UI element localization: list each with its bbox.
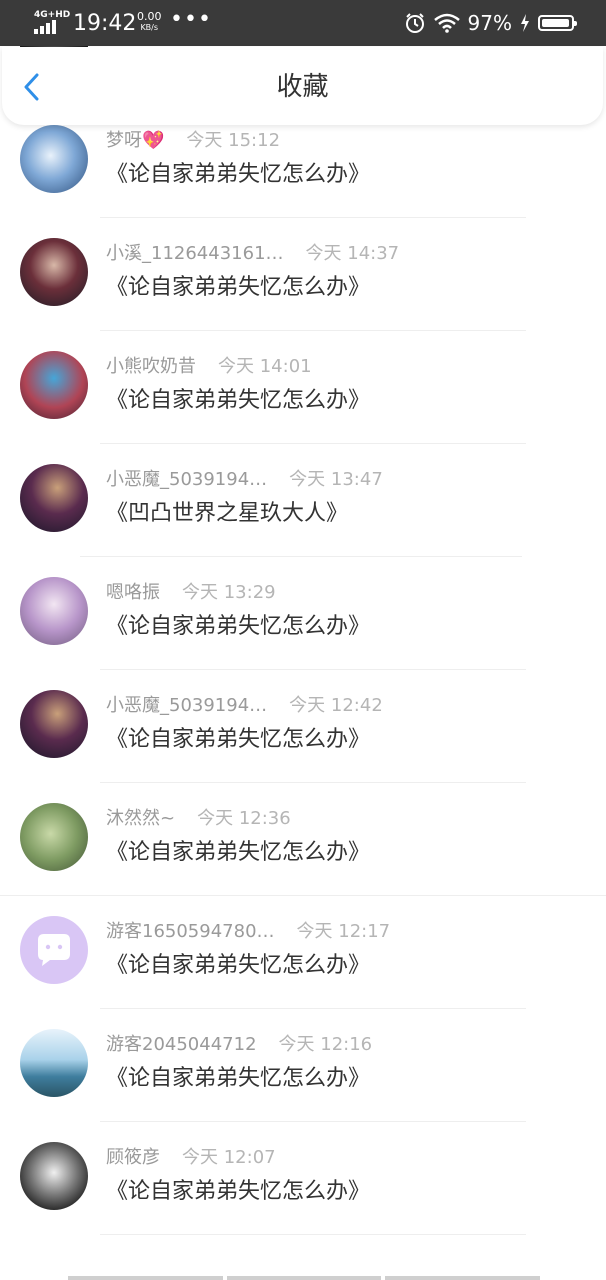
- story-title[interactable]: 《凹凸世界之星玖大人》: [106, 499, 348, 529]
- item-meta: 小恶魔_5039194… 今天 13:47: [106, 468, 383, 492]
- item-meta: 游客1650594780… 今天 12:17: [106, 920, 390, 944]
- network-speed: 0.00 KB/s: [137, 11, 162, 33]
- item-timestamp: 今天 14:01: [218, 356, 312, 377]
- item-meta: 梦呀💖 今天 15:12: [106, 129, 280, 153]
- favorite-item[interactable]: 小溪_1126443161… 今天 14:37 《论自家弟弟失忆怎么办》: [0, 218, 606, 331]
- item-meta: 小恶魔_5039194… 今天 12:42: [106, 694, 383, 718]
- signal-icon: [34, 20, 56, 34]
- avatar[interactable]: [20, 464, 88, 532]
- story-title[interactable]: 《论自家弟弟失忆怎么办》: [106, 273, 370, 303]
- battery-icon: [538, 15, 577, 31]
- favorite-item[interactable]: 顾筱彦 今天 12:07 《论自家弟弟失忆怎么办》: [0, 1122, 606, 1235]
- story-title[interactable]: 《论自家弟弟失忆怎么办》: [106, 725, 370, 755]
- avatar[interactable]: [20, 351, 88, 419]
- favorite-item[interactable]: 小熊吹奶昔 今天 14:01 《论自家弟弟失忆怎么办》: [0, 331, 606, 444]
- favorites-list: 《论自家弟弟失忆怎么办》梦呀💖今天 15:12《论自家弟弟失忆怎么办》小溪_11…: [0, 46, 606, 1235]
- item-meta: 嗯咯振 今天 13:29: [106, 581, 276, 605]
- story-title[interactable]: 《论自家弟弟失忆怎么办》: [106, 160, 370, 190]
- avatar[interactable]: [20, 690, 88, 758]
- author-name[interactable]: 游客2045044712: [106, 1033, 257, 1057]
- item-meta: 沐然然~ 今天 12:36: [106, 807, 291, 831]
- item-meta: 游客2045044712 今天 12:16: [106, 1033, 372, 1057]
- network-type: 4G+HD: [34, 10, 71, 20]
- status-right-group: 97%: [404, 10, 577, 36]
- author-name[interactable]: 顾筱彦: [106, 1146, 160, 1170]
- header: 收藏: [2, 47, 603, 125]
- favorite-item[interactable]: 小恶魔_5039194… 今天 13:47 《凹凸世界之星玖大人》: [0, 444, 606, 557]
- favorites-list-viewport[interactable]: 《论自家弟弟失忆怎么办》梦呀💖今天 15:12《论自家弟弟失忆怎么办》小溪_11…: [0, 46, 606, 1280]
- status-bar: 4G+HD 19:42 0.00 KB/s ••• 97%: [0, 0, 606, 46]
- favorite-item[interactable]: 游客1650594780… 今天 12:17 《论自家弟弟失忆怎么办》: [0, 896, 606, 1009]
- indicator-segment: [68, 1276, 223, 1280]
- favorite-item[interactable]: 游客2045044712 今天 12:16 《论自家弟弟失忆怎么办》: [0, 1009, 606, 1122]
- author-name[interactable]: 小熊吹奶昔: [106, 355, 196, 379]
- divider: [100, 1234, 526, 1235]
- item-meta: 顾筱彦 今天 12:07: [106, 1146, 276, 1170]
- avatar[interactable]: [20, 238, 88, 306]
- avatar[interactable]: [20, 916, 88, 984]
- item-timestamp: 今天 13:29: [182, 582, 276, 603]
- avatar[interactable]: [20, 803, 88, 871]
- avatar[interactable]: [20, 1029, 88, 1097]
- story-title[interactable]: 《论自家弟弟失忆怎么办》: [106, 386, 370, 416]
- network-speed-unit: KB/s: [140, 23, 159, 32]
- battery-level-fill: [542, 19, 570, 27]
- author-name[interactable]: 嗯咯振: [106, 581, 160, 605]
- charging-icon: [521, 14, 529, 32]
- network-speed-value: 0.00: [137, 10, 162, 23]
- indicator-segment: [385, 1276, 541, 1280]
- story-title[interactable]: 《论自家弟弟失忆怎么办》: [106, 1064, 370, 1094]
- item-timestamp: 今天 12:17: [296, 921, 391, 942]
- status-time: 19:42: [73, 11, 137, 36]
- item-meta: 小溪_1126443161… 今天 14:37: [106, 242, 399, 266]
- alarm-icon: [405, 13, 424, 33]
- item-timestamp: 今天 12:16: [278, 1034, 373, 1055]
- item-timestamp: 今天 12:36: [197, 808, 291, 829]
- avatar[interactable]: [20, 125, 88, 193]
- item-timestamp: 今天 12:42: [289, 695, 383, 716]
- chat-bubble-icon: [38, 934, 70, 966]
- favorite-item[interactable]: 沐然然~ 今天 12:36 《论自家弟弟失忆怎么办》: [0, 783, 606, 896]
- author-name[interactable]: 梦呀💖: [106, 129, 164, 153]
- page-title: 收藏: [276, 72, 329, 102]
- author-name[interactable]: 小溪_1126443161…: [106, 242, 284, 266]
- author-name[interactable]: 小恶魔_5039194…: [106, 468, 267, 492]
- more-notifications-icon: •••: [170, 7, 212, 32]
- indicator-segment: [226, 1276, 382, 1280]
- story-title[interactable]: 《论自家弟弟失忆怎么办》: [106, 951, 370, 981]
- author-name[interactable]: 沐然然~: [106, 807, 175, 831]
- item-timestamp: 今天 13:47: [289, 469, 383, 490]
- battery-percent: 97%: [467, 11, 512, 35]
- favorite-item[interactable]: 嗯咯振 今天 13:29 《论自家弟弟失忆怎么办》: [0, 557, 606, 670]
- story-title[interactable]: 《论自家弟弟失忆怎么办》: [106, 838, 370, 868]
- author-name[interactable]: 游客1650594780…: [106, 920, 275, 944]
- avatar[interactable]: [20, 577, 88, 645]
- item-timestamp: 今天 14:37: [305, 243, 400, 264]
- author-name[interactable]: 小恶魔_5039194…: [106, 694, 267, 718]
- wifi-icon: [433, 13, 460, 33]
- story-title[interactable]: 《论自家弟弟失忆怎么办》: [106, 1177, 370, 1207]
- item-timestamp: 今天 12:07: [182, 1147, 276, 1168]
- favorite-item[interactable]: 小恶魔_5039194… 今天 12:42 《论自家弟弟失忆怎么办》: [0, 670, 606, 783]
- item-meta: 小熊吹奶昔 今天 14:01: [106, 355, 312, 379]
- avatar[interactable]: [20, 1142, 88, 1210]
- story-title[interactable]: 《论自家弟弟失忆怎么办》: [106, 612, 370, 642]
- item-timestamp: 今天 15:12: [186, 130, 281, 151]
- home-indicator: [68, 1276, 541, 1280]
